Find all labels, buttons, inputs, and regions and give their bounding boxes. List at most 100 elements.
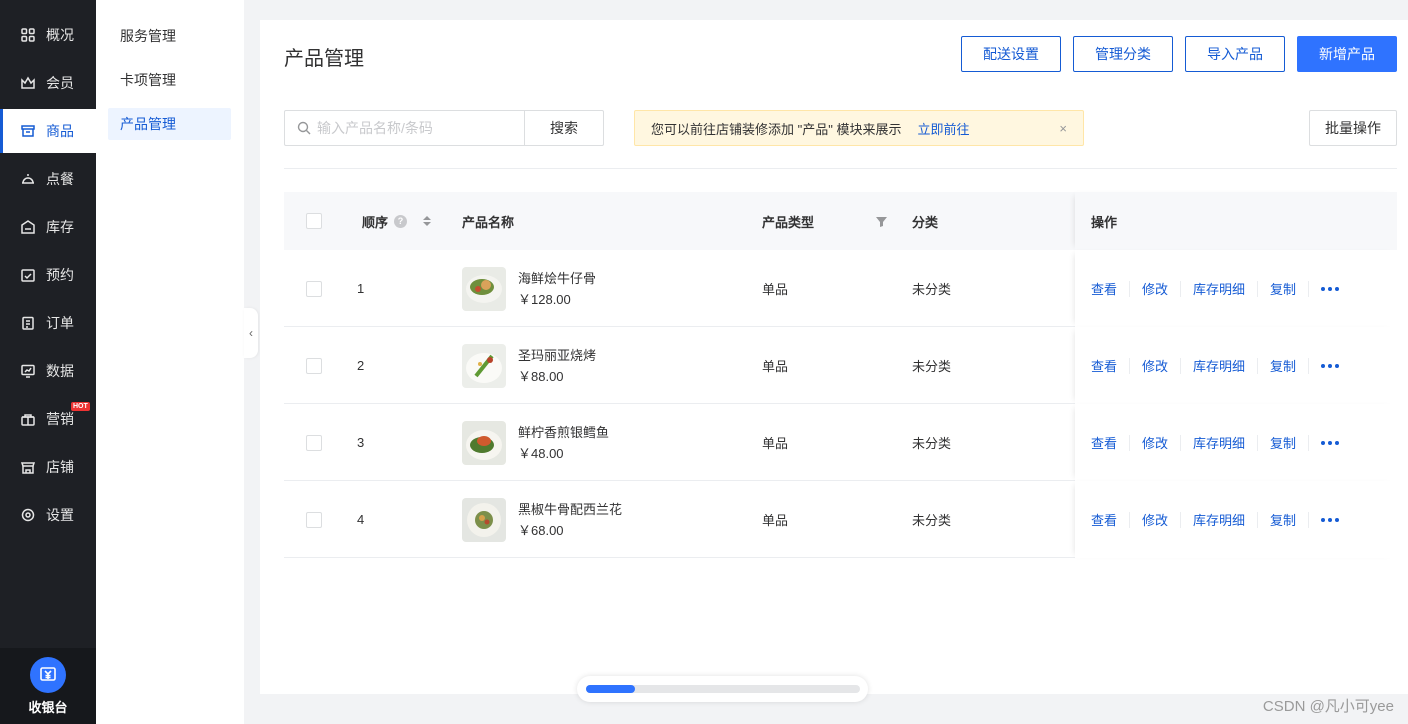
copy-link[interactable]: 复制 — [1270, 510, 1296, 529]
filter-icon[interactable] — [876, 192, 887, 250]
batch-operation-button[interactable]: 批量操作 — [1309, 110, 1397, 146]
table-header: 顺序 ? 产品名称 产品类型 分类 操作 — [284, 192, 1397, 250]
edit-link[interactable]: 修改 — [1142, 510, 1168, 529]
stock-detail-link[interactable]: 库存明细 — [1193, 510, 1245, 529]
nav-item-label: 设置 — [46, 507, 74, 523]
view-link[interactable]: 查看 — [1091, 279, 1117, 298]
header-type: 产品类型 — [762, 214, 815, 230]
row-order: 2 — [357, 358, 365, 373]
row-checkbox[interactable] — [306, 434, 322, 451]
nav-item-overview[interactable]: 概况 — [0, 13, 96, 57]
hot-badge: HOT — [71, 402, 90, 411]
subnav-item-cards[interactable]: 卡项管理 — [108, 64, 231, 96]
product-name: 黑椒牛骨配西兰花 — [518, 501, 623, 517]
row-order: 1 — [357, 281, 365, 296]
view-link[interactable]: 查看 — [1091, 433, 1117, 452]
manage-categories-button[interactable]: 管理分类 — [1073, 36, 1173, 72]
watermark: CSDN @凡小可yee — [1262, 698, 1394, 715]
nav-item-label: 店铺 — [46, 459, 74, 475]
nav-item-label: 概况 — [46, 27, 74, 43]
product-category: 未分类 — [912, 282, 952, 297]
view-link[interactable]: 查看 — [1091, 356, 1117, 375]
subnav-item-products[interactable]: 产品管理 — [108, 108, 231, 140]
search-input[interactable] — [317, 120, 517, 136]
nav-item-inventory[interactable]: 库存 — [0, 205, 96, 249]
product-thumbnail — [462, 266, 506, 311]
chart-monitor-icon — [20, 363, 36, 379]
scrollbar-track[interactable] — [586, 685, 860, 693]
sort-icon[interactable] — [423, 216, 432, 226]
product-name: 鲜柠香煎银鳕鱼 — [518, 424, 610, 440]
row-actions: 查看 修改 库存明细 复制 — [1075, 404, 1397, 481]
nav-item-label: 预约 — [46, 267, 74, 283]
more-icon[interactable] — [1321, 510, 1340, 530]
view-link[interactable]: 查看 — [1091, 510, 1117, 529]
search-icon — [297, 121, 311, 135]
select-all-checkbox[interactable] — [306, 213, 322, 229]
stock-detail-link[interactable]: 库存明细 — [1193, 433, 1245, 452]
nav-item-label: 商品 — [46, 123, 74, 139]
nav-item-settings[interactable]: 设置 — [0, 493, 96, 537]
more-icon[interactable] — [1321, 279, 1340, 299]
header-order-label: 顺序 — [362, 214, 389, 230]
scrollbar-thumb[interactable] — [586, 685, 636, 693]
import-products-button[interactable]: 导入产品 — [1185, 36, 1285, 72]
nav-item-members[interactable]: 会员 — [0, 61, 96, 105]
edit-link[interactable]: 修改 — [1142, 356, 1168, 375]
row-order: 4 — [357, 512, 365, 527]
clipboard-icon — [20, 315, 36, 331]
table-row: 4 黑椒牛骨配西兰花 ￥68.00 单品 未分类 查看 修改 库存明细 复制 — [284, 481, 1397, 558]
page-title: 产品管理 — [284, 48, 364, 70]
more-icon[interactable] — [1321, 356, 1340, 376]
header-category: 分类 — [912, 214, 939, 230]
close-icon[interactable]: × — [1059, 121, 1067, 136]
nav-item-marketing[interactable]: 营销 HOT — [0, 397, 96, 441]
search-button[interactable]: 搜索 — [524, 110, 604, 146]
nav-item-label: 营销 — [46, 411, 74, 427]
collapse-sidebar-button[interactable]: ‹ — [244, 308, 258, 358]
nav-item-booking[interactable]: 预约 — [0, 253, 96, 297]
copy-link[interactable]: 复制 — [1270, 433, 1296, 452]
copy-link[interactable]: 复制 — [1270, 279, 1296, 298]
nav-item-ordering[interactable]: 点餐 — [0, 157, 96, 201]
row-order: 3 — [357, 435, 365, 450]
nav-item-label: 点餐 — [46, 171, 74, 187]
shop-icon — [20, 459, 36, 475]
store-icon — [20, 123, 36, 139]
product-thumbnail — [462, 343, 506, 388]
help-icon[interactable]: ? — [394, 214, 408, 228]
row-checkbox[interactable] — [306, 511, 322, 528]
nav-item-shop[interactable]: 店铺 — [0, 445, 96, 489]
header-ops: 操作 — [1075, 192, 1397, 250]
nav-item-products[interactable]: 商品 — [0, 109, 96, 153]
edit-link[interactable]: 修改 — [1142, 279, 1168, 298]
nav-item-orders[interactable]: 订单 — [0, 301, 96, 345]
edit-link[interactable]: 修改 — [1142, 433, 1168, 452]
nav-item-data[interactable]: 数据 — [0, 349, 96, 393]
more-icon[interactable] — [1321, 433, 1340, 453]
search-field[interactable] — [284, 110, 525, 146]
product-type: 单品 — [762, 282, 789, 297]
cashier-button[interactable]: 收银台 — [0, 648, 96, 724]
copy-link[interactable]: 复制 — [1270, 356, 1296, 375]
notice-link[interactable]: 立即前往 — [917, 119, 969, 138]
product-table: 顺序 ? 产品名称 产品类型 分类 操作 1 海鲜烩牛仔骨 ￥128.00 单品… — [284, 192, 1397, 558]
add-product-button[interactable]: 新增产品 — [1297, 36, 1397, 72]
stock-detail-link[interactable]: 库存明细 — [1193, 356, 1245, 375]
product-thumbnail — [462, 420, 506, 465]
subnav-item-services[interactable]: 服务管理 — [108, 20, 231, 52]
calendar-check-icon — [20, 267, 36, 283]
row-checkbox[interactable] — [306, 280, 322, 297]
nav-item-label: 订单 — [46, 315, 74, 331]
header-order[interactable]: 顺序 ? — [362, 192, 432, 250]
horizontal-scrollbar[interactable] — [577, 676, 868, 702]
cashier-label: 收银台 — [28, 699, 68, 715]
table-row: 1 海鲜烩牛仔骨 ￥128.00 单品 未分类 查看 修改 库存明细 复制 — [284, 250, 1397, 327]
stock-detail-link[interactable]: 库存明细 — [1193, 279, 1245, 298]
delivery-settings-button[interactable]: 配送设置 — [961, 36, 1061, 72]
row-checkbox[interactable] — [306, 357, 322, 374]
notice-banner: 您可以前往店铺装修添加 "产品" 模块来展示 立即前往 × — [634, 110, 1084, 146]
header-name: 产品名称 — [462, 214, 515, 230]
main-panel: 产品管理 配送设置 管理分类 导入产品 新增产品 搜索 您可以前往店铺装修添加 … — [260, 20, 1408, 694]
grid-icon — [20, 27, 36, 43]
